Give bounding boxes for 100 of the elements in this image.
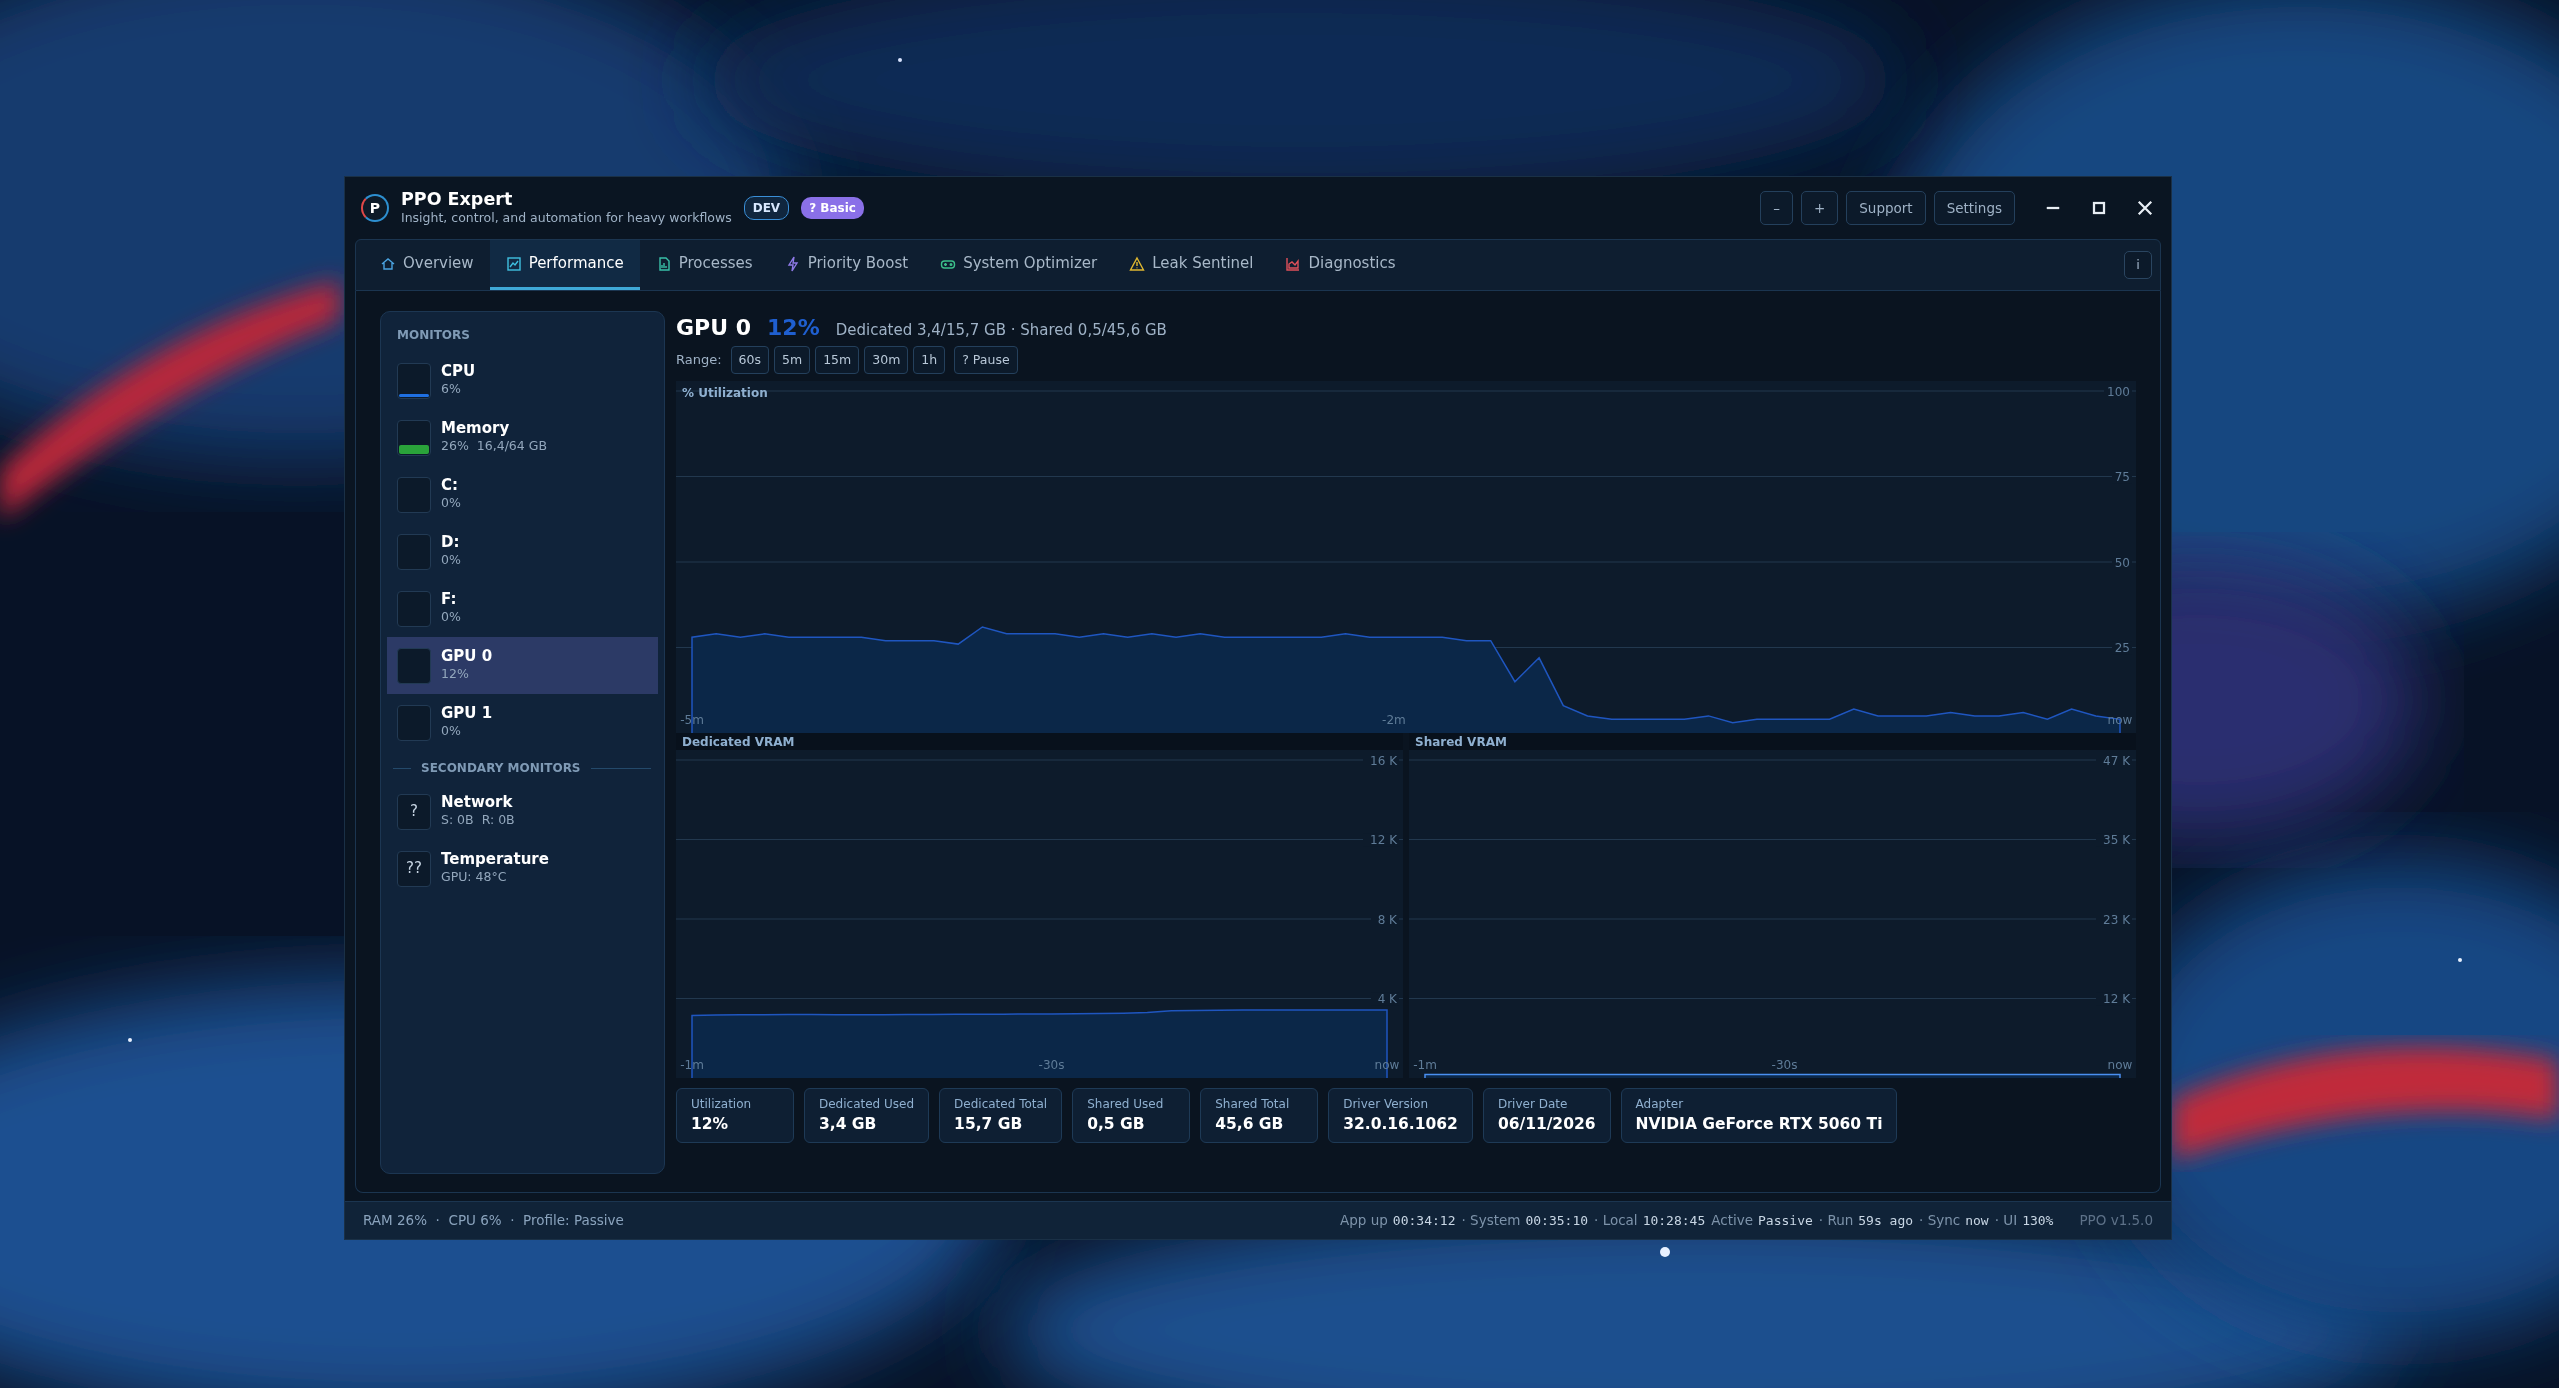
- monitor-item[interactable]: GPU 0 12%: [387, 637, 658, 694]
- range-button[interactable]: 1h: [913, 345, 946, 375]
- stat-label: Utilization: [691, 1096, 753, 1113]
- stat-value: 0,5 GB: [1087, 1114, 1146, 1135]
- pause-button[interactable]: ? Pause: [954, 345, 1018, 375]
- range-button[interactable]: 5m: [774, 345, 811, 375]
- monitor-item[interactable]: GPU 1 0%: [387, 694, 658, 751]
- stat-label: Shared Used: [1087, 1096, 1165, 1113]
- stat-value: 12%: [691, 1114, 730, 1135]
- axis-label: -2m: [1382, 713, 1406, 727]
- monitor-item[interactable]: Memory 26% 16,4/64 GB: [387, 409, 658, 466]
- range-label: Range:: [676, 351, 722, 370]
- monitor-name: F:: [441, 590, 458, 609]
- monitor-name: Network: [441, 793, 514, 812]
- status-glyph: ?: [397, 793, 431, 830]
- monitor-item[interactable]: CPU 6%: [387, 352, 658, 409]
- monitor-item[interactable]: D: 0%: [387, 523, 658, 580]
- toolbar-button[interactable]: Settings: [1933, 190, 2015, 226]
- monitor-detail: 0%: [441, 608, 461, 627]
- status-value: 00:35:10: [1525, 1211, 1589, 1230]
- axis-label: now: [2107, 1058, 2133, 1072]
- range-button[interactable]: 15m: [815, 345, 860, 375]
- monitor-name: Memory: [441, 419, 511, 438]
- range-button[interactable]: 30m: [864, 345, 909, 375]
- status-value: Passive: [1758, 1211, 1813, 1230]
- axis-label: -30s: [1771, 1058, 1798, 1072]
- tab[interactable]: Leak Sentinel: [1113, 240, 1270, 290]
- app-subtitle: Insight, control, and automation for heavy workflows: [401, 209, 732, 227]
- monitor-item[interactable]: ? Network S: 0B R: 0B: [387, 783, 658, 840]
- chart-title: Shared VRAM: [1409, 733, 2136, 750]
- status-text: RAM 26% · CPU 6% · Profile: Passive: [363, 1211, 624, 1231]
- monitor-detail: 26%: [441, 437, 469, 456]
- tab[interactable]: Priority Boost: [768, 240, 925, 290]
- monitor-detail: GPU: 48°C: [441, 868, 507, 887]
- badge-label: ? Basic: [801, 197, 864, 219]
- monitor-detail: S: 0B: [441, 811, 474, 830]
- status-value: 00:34:12: [1392, 1211, 1456, 1230]
- stat-value: NVIDIA GeForce RTX 5060 Ti: [1635, 1114, 1883, 1135]
- mini-graph: [397, 533, 431, 570]
- axis-label: 47 K: [2103, 753, 2130, 768]
- tab[interactable]: Overview: [364, 240, 490, 290]
- stat-value: 3,4 GB: [819, 1114, 878, 1135]
- range-button[interactable]: 60s: [730, 345, 769, 375]
- axis-label: -1m: [1413, 1058, 1437, 1072]
- monitor-detail: 12%: [441, 665, 469, 684]
- usage-percent: 12%: [767, 314, 820, 342]
- close-icon[interactable]: [2135, 198, 2155, 218]
- chart-title: % Utilization: [682, 386, 768, 400]
- stat-value: 06/11/2026: [1497, 1114, 1596, 1135]
- house-icon: [380, 255, 396, 272]
- tab[interactable]: System Optimizer: [924, 240, 1114, 290]
- version-label: PPO v1.5.0: [2079, 1211, 2153, 1231]
- status-value: 59s ago: [1858, 1211, 1914, 1230]
- axis-label: -30s: [1038, 1058, 1065, 1072]
- monitor-detail: 6%: [441, 380, 461, 399]
- area-chart-icon: [1285, 255, 1302, 272]
- app-logo: P: [361, 194, 389, 222]
- monitor-detail: 0%: [441, 494, 461, 513]
- monitor-detail: 16,4/64 GB: [476, 437, 547, 456]
- toolbar-button[interactable]: –: [1760, 190, 1793, 226]
- stat-value: 32.0.16.1062: [1343, 1114, 1458, 1135]
- monitor-item[interactable]: F: 0%: [387, 580, 658, 637]
- stat-value: 15,7 GB: [954, 1114, 1024, 1135]
- toolbar-button[interactable]: +: [1800, 190, 1839, 226]
- status-value: 130%: [2022, 1211, 2054, 1230]
- monitor-name: GPU 0: [441, 647, 493, 666]
- monitor-item[interactable]: ?? Temperature GPU: 48°C: [387, 840, 658, 897]
- device-title: GPU 0: [676, 314, 751, 342]
- monitor-detail: 0%: [441, 551, 461, 570]
- tab[interactable]: Diagnostics: [1269, 240, 1412, 290]
- toolbar-button[interactable]: Support: [1846, 190, 1926, 226]
- monitor-name: C:: [441, 476, 459, 495]
- status-label: · System: [1461, 1211, 1521, 1231]
- axis-label: 12 K: [1370, 833, 1397, 847]
- chart-title: Dedicated VRAM: [676, 733, 1403, 750]
- monitor-detail: 0%: [441, 722, 461, 741]
- warning-icon: [1129, 255, 1146, 272]
- monitor-name: CPU: [441, 362, 476, 381]
- monitor-item[interactable]: C: 0%: [387, 466, 658, 523]
- stat-label: Driver Date: [1497, 1096, 1569, 1113]
- axis-label: 4 K: [1377, 992, 1397, 1006]
- axis-label: 12 K: [2103, 992, 2130, 1006]
- section-heading: SECONDARY MONITORS: [421, 760, 581, 777]
- tab[interactable]: Performance: [489, 240, 640, 290]
- axis-label: 8 K: [1377, 912, 1397, 927]
- status-label: · Run: [1818, 1211, 1854, 1231]
- status-glyph: ??: [397, 850, 431, 887]
- stat-value: 45,6 GB: [1215, 1114, 1285, 1135]
- mini-graph: [397, 704, 431, 741]
- tab[interactable]: Processes: [639, 240, 769, 290]
- axis-label: 100: [2107, 384, 2130, 399]
- info-button[interactable]: i: [2124, 251, 2152, 279]
- axis-label: 75: [2114, 470, 2130, 484]
- mini-graph: [397, 590, 431, 627]
- mini-graph: [397, 476, 431, 513]
- stat-label: Dedicated Total: [954, 1096, 1048, 1113]
- axis-label: 35 K: [2103, 833, 2130, 847]
- stat-label: Dedicated Used: [819, 1096, 915, 1113]
- chart-icon: [505, 255, 522, 272]
- monitor-name: GPU 1: [441, 704, 493, 723]
